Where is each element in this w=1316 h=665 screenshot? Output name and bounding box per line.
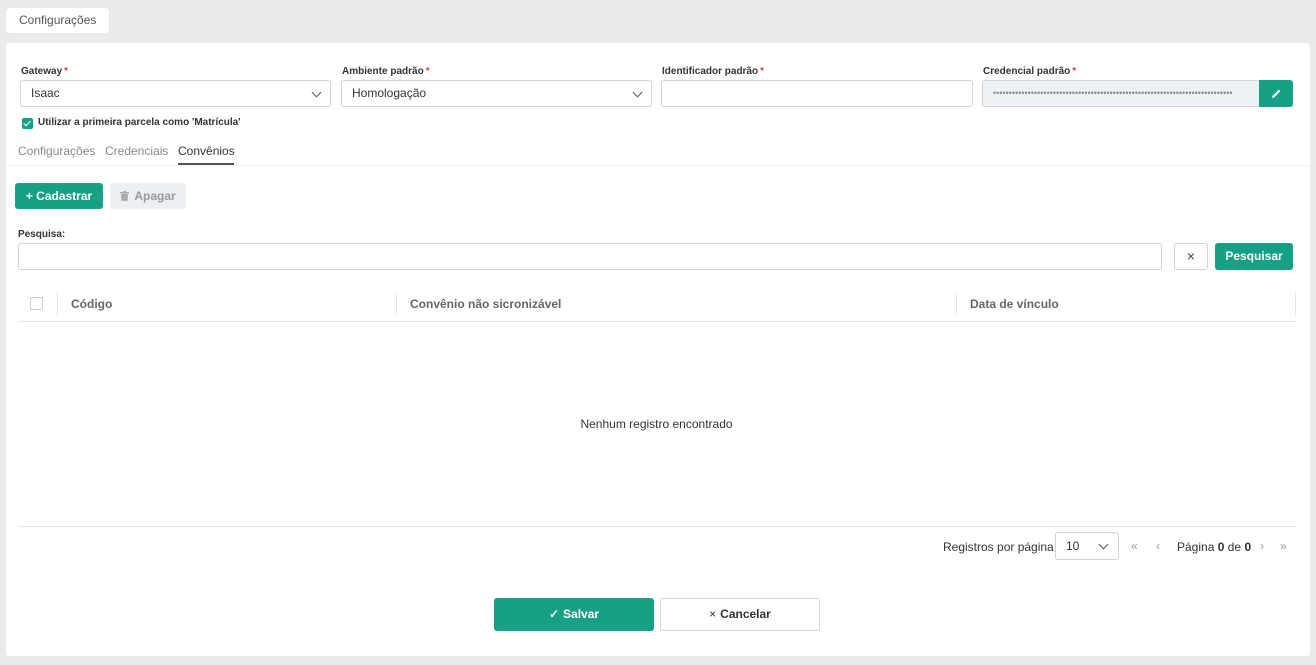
add-button[interactable]: + Cadastrar [15,183,103,209]
first-installment-checkbox[interactable] [22,118,33,129]
ambiente-value: Homologação [352,86,427,100]
tab-credenciais[interactable]: Credenciais [105,144,168,158]
delete-label: Apagar [134,189,176,203]
next-page-icon[interactable]: › [1260,539,1264,553]
close-icon: × [1186,248,1196,264]
tab-divider [6,165,1310,166]
chevron-down-icon [632,87,643,98]
identificador-label: Identificador padrão * [662,66,765,77]
edit-credential-button[interactable] [1259,80,1293,107]
table-header-border [18,321,1295,322]
breadcrumb[interactable]: Configurações [6,8,110,33]
chevron-down-icon [1098,539,1109,550]
empty-table-message: Nenhum registro encontrado [580,417,733,431]
clear-search-button[interactable]: × [1174,243,1208,270]
cancel-button[interactable]: × Cancelar [660,598,820,631]
column-divider [1295,293,1296,315]
gateway-select[interactable]: Isaac [20,80,331,107]
total-pages: 0 [1244,540,1252,554]
per-page-label: Registros por página: [943,540,1058,554]
ambiente-select[interactable]: Homologação [341,80,652,107]
page-of: de [1227,540,1242,554]
check-icon: ✓ [548,607,560,621]
column-header-data-vinculo[interactable]: Data de vínculo [970,297,1059,311]
last-page-icon[interactable]: » [1280,539,1287,553]
table-footer-border [18,526,1295,527]
gateway-label: Gateway * [21,66,69,77]
tab-convenios[interactable]: Convênios [178,144,235,158]
select-all-checkbox[interactable] [30,297,43,310]
close-icon: × [709,607,717,621]
main-panel [6,43,1310,656]
credencial-label: Credencial padrão * [983,66,1077,77]
previous-page-icon[interactable]: ‹ [1156,539,1160,553]
credencial-input: ••••••••••••••••••••••••••••••••••••••••… [982,80,1260,107]
column-divider [956,293,957,315]
identificador-input[interactable] [661,80,973,107]
chevron-down-icon [311,87,322,98]
page-indicator: Página 0 de 0 [1177,540,1251,554]
first-installment-label: Utilizar a primeira parcela como 'Matríc… [38,117,241,128]
save-label: Salvar [563,607,600,621]
tab-configuracoes[interactable]: Configurações [18,144,95,158]
search-label: Pesquisa: [18,229,66,240]
delete-button[interactable]: Apagar [110,183,186,209]
gateway-value: Isaac [31,86,60,100]
search-button[interactable]: Pesquisar [1215,243,1293,270]
column-header-convenio[interactable]: Convênio não sicronizável [410,297,561,311]
ambiente-label: Ambiente padrão * [342,66,430,77]
pencil-icon [1271,89,1280,99]
per-page-select[interactable]: 10 [1055,532,1119,560]
column-header-codigo[interactable]: Código [71,297,112,311]
trash-icon [120,191,130,201]
per-page-value: 10 [1066,539,1080,553]
column-divider [396,293,397,315]
search-input[interactable] [18,243,1162,270]
column-divider [57,293,58,315]
save-button[interactable]: ✓ Salvar [494,598,654,631]
page-prefix: Página [1177,540,1215,554]
first-page-icon[interactable]: « [1131,539,1138,553]
current-page: 0 [1217,540,1225,554]
cancel-label: Cancelar [720,607,771,621]
